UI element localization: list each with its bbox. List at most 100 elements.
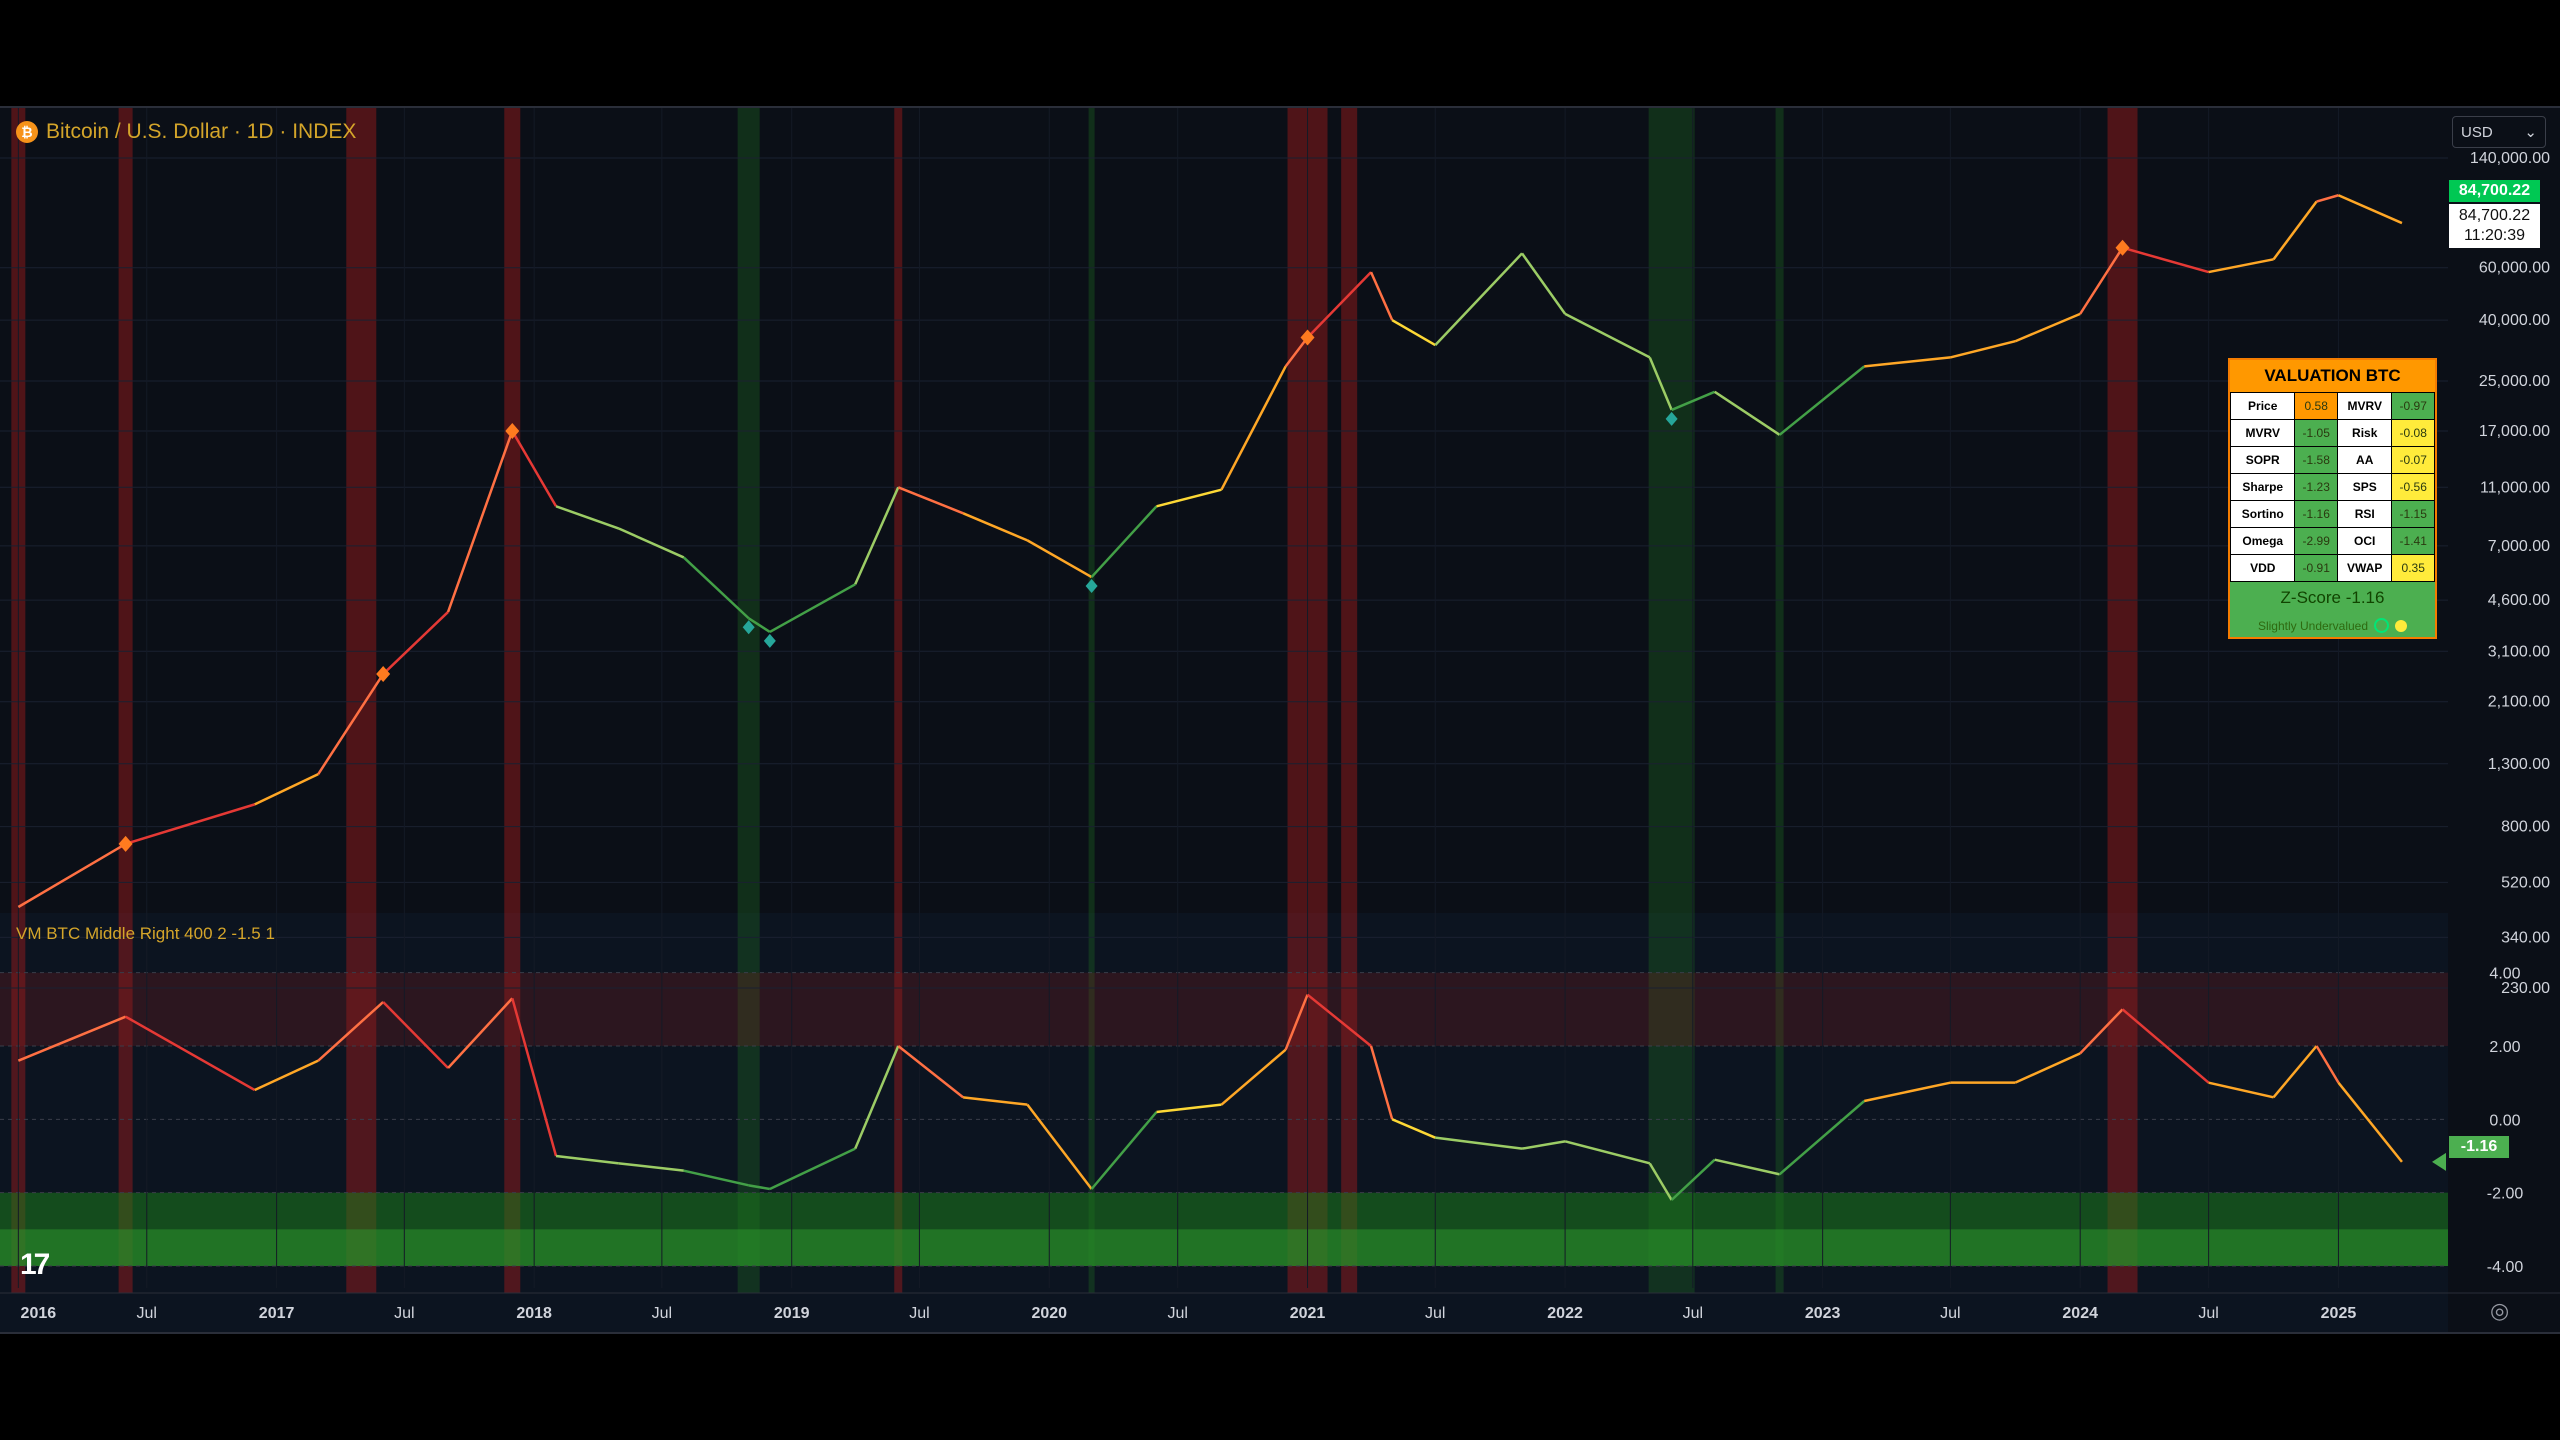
y-tick-label: 60,000.00: [2479, 260, 2550, 277]
last-price-tag: 84,700.22: [2449, 180, 2540, 202]
valuation-row: Sortino -1.16 RSI -1.15: [2229, 500, 2435, 528]
highlight-band: [1648, 108, 1695, 1293]
symbol-label: Bitcoin / U.S. Dollar · 1D · INDEX: [46, 120, 357, 143]
price-line-segment: [2316, 194, 2339, 203]
x-tick-label: 2019: [774, 1305, 810, 1322]
valuation-key: VDD: [2229, 554, 2296, 582]
price-line-segment: [1713, 390, 1781, 436]
bottom-signal-marker: [1085, 579, 1098, 594]
y-tick-label: 340.00: [2501, 929, 2550, 946]
price-line-segment: [1864, 356, 1951, 368]
price-line-segment: [1220, 365, 1287, 491]
x-tick-label: 2020: [1031, 1305, 1067, 1322]
price-line-segment: [618, 527, 685, 559]
indicator-y-tick: -2.00: [2487, 1186, 2524, 1203]
y-tick-label: 140,000.00: [2470, 150, 2550, 167]
y-tick-label: 520.00: [2501, 874, 2550, 891]
symbol-title[interactable]: ₿ Bitcoin / U.S. Dollar · 1D · INDEX: [16, 120, 356, 144]
price-line-segment: [1090, 505, 1158, 578]
valuation-table: VALUATION BTC Price 0.58 MVRV -0.97 MVRV -1.0…: [2228, 358, 2437, 639]
bottom-signal-marker: [763, 633, 776, 648]
ring-icon: [2374, 618, 2390, 633]
chevron-down-icon: ⌄: [2524, 124, 2537, 141]
price-line-segment: [1156, 488, 1222, 508]
valuation-key: AA: [2336, 446, 2393, 474]
price-line-segment: [2272, 200, 2318, 261]
valuation-value: -1.58: [2294, 446, 2338, 474]
y-tick-label: 7,000.00: [2488, 538, 2550, 555]
valuation-value: -1.41: [2391, 527, 2435, 555]
x-tick-label: Jul: [1940, 1305, 1960, 1322]
x-tick-label: 2017: [259, 1305, 295, 1322]
valuation-row: SOPR -1.58 AA -0.07: [2229, 446, 2435, 474]
x-tick-label: 2024: [2062, 1305, 2098, 1322]
price-line-segment: [254, 773, 319, 806]
valuation-value: -1.23: [2294, 473, 2338, 501]
y-tick-label: 3,100.00: [2488, 643, 2550, 660]
price-line-segment: [17, 842, 127, 909]
valuation-value: -0.97: [2391, 392, 2435, 420]
valuation-key: Price: [2229, 392, 2296, 420]
x-tick-label: Jul: [137, 1305, 157, 1322]
highlight-band: [1088, 108, 1095, 1293]
x-tick-label: Jul: [652, 1305, 672, 1322]
highlight-band: [118, 108, 133, 1293]
tradingview-logo: 17: [20, 1248, 50, 1281]
chart-canvas[interactable]: 140,000.00 60,000.00 40,000.00 25,000.00 17,…: [0, 108, 2560, 1334]
x-tick-label: Jul: [1425, 1305, 1445, 1322]
price-line-segment: [125, 803, 256, 846]
indicator-y-tick: 2.00: [2489, 1039, 2520, 1056]
highlight-band: [737, 108, 760, 1293]
price-line-segment: [1950, 340, 2016, 359]
dot-icon: [2395, 619, 2408, 632]
overvalued-zone: [0, 972, 2448, 1046]
price-countdown-tag: 84,700.22 11:20:39: [2449, 204, 2540, 248]
indicator-y-tick: 4.00: [2489, 966, 2520, 983]
y-tick-label: 25,000.00: [2479, 373, 2550, 390]
x-tick-label: Jul: [394, 1305, 414, 1322]
price-line-segment: [854, 486, 900, 585]
x-tick-label: 2016: [21, 1305, 57, 1322]
price-line-segment: [382, 611, 449, 675]
valuation-key: Sharpe: [2229, 473, 2296, 501]
valuation-row: VDD -0.91 VWAP 0.35: [2229, 554, 2435, 582]
settings-icon[interactable]: ◎: [2490, 1298, 2509, 1324]
x-tick-label: 2023: [1805, 1305, 1841, 1322]
indicator-label[interactable]: VM BTC Middle Right 400 2 -1.5 1: [16, 924, 275, 944]
valuation-grid: Price 0.58 MVRV -0.97 MVRV -1.05 Risk -0.08 SOPR…: [2229, 392, 2435, 582]
valuation-value: 0.35: [2391, 554, 2435, 582]
valuation-key: Omega: [2229, 527, 2296, 555]
currency-select[interactable]: USD ⌄: [2452, 116, 2546, 148]
valuation-value: -2.99: [2294, 527, 2338, 555]
price-line-segment: [555, 505, 620, 530]
status-row: Slightly Undervalued: [2230, 614, 2435, 637]
highlight-band: [504, 108, 521, 1293]
y-tick-label: 2,100.00: [2488, 694, 2550, 711]
highlight-band: [1341, 108, 1358, 1293]
indicator-y-tick: 0.00: [2489, 1112, 2520, 1129]
valuation-key: MVRV: [2336, 392, 2393, 420]
valuation-value: -1.05: [2294, 419, 2338, 447]
x-tick-label: 2022: [1547, 1305, 1583, 1322]
price-value: 84,700.22: [2458, 207, 2531, 224]
valuation-value: -0.56: [2391, 473, 2435, 501]
undervalued-zone-strong: [0, 1229, 2448, 1266]
price-line-segment: [897, 486, 964, 515]
x-tick-label: 2025: [2321, 1305, 2357, 1322]
x-tick-label: 2021: [1290, 1305, 1326, 1322]
y-tick-label: 800.00: [2501, 819, 2550, 836]
valuation-key: VWAP: [2336, 554, 2393, 582]
price-line-segment: [1434, 252, 1523, 346]
x-tick-label: Jul: [1167, 1305, 1187, 1322]
valuation-key: Risk: [2336, 419, 2393, 447]
indicator-y-tick: -4.00: [2487, 1259, 2524, 1276]
valuation-value: -0.91: [2294, 554, 2338, 582]
valuation-key: OCI: [2336, 527, 2393, 555]
y-tick-label: 4,600.00: [2488, 592, 2550, 609]
valuation-value: -1.16: [2294, 500, 2338, 528]
valuation-key: Sortino: [2229, 500, 2296, 528]
valuation-key: SOPR: [2229, 446, 2296, 474]
highlight-band: [1775, 108, 1784, 1293]
currency-label: USD: [2461, 123, 2493, 141]
x-tick-label: Jul: [909, 1305, 929, 1322]
